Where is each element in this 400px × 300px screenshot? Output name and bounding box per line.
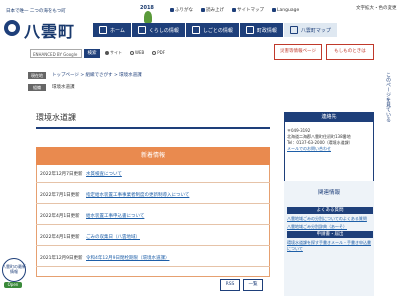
globe-icon: [272, 8, 276, 12]
radio-web[interactable]: WEB: [130, 50, 144, 56]
nav-living[interactable]: くらしの情報: [130, 23, 185, 37]
breadcrumb-label: 現在地: [28, 72, 46, 79]
search-scope: サイト WEB PDF: [105, 50, 165, 56]
news-row: 2022年7月1日更新 指定給水装置工事事業者制度の更新制導入について: [36, 186, 270, 204]
radio-pdf[interactable]: PDF: [152, 50, 165, 56]
utility-nav: ふりがな 読み上げ サイトマップ Language: [170, 6, 350, 14]
emergency-info-button[interactable]: 災害等情報ページ: [274, 44, 322, 60]
nav-government[interactable]: 町政情報: [238, 23, 283, 37]
radio-selected-icon: [105, 51, 109, 55]
util-language[interactable]: Language: [272, 6, 299, 14]
news-link[interactable]: ごみの収集日（八雲地域）: [86, 234, 140, 240]
kana-icon: [170, 8, 174, 12]
contact-header: 連絡先: [284, 112, 374, 122]
news-row: 2022年4月1日更新 ごみの収集日（八雲地域）: [36, 228, 270, 246]
related-list: よくある質問 八雲地域ごみの分別についてのよくある質問 八雲地域ごみ分別辞典（あ…: [287, 205, 373, 253]
news-link[interactable]: 指定給水装置工事事業者制度の更新制導入について: [86, 192, 189, 198]
util-speech[interactable]: 読み上げ: [201, 6, 224, 14]
news-date: 2022年4月1日更新: [40, 214, 80, 219]
widget-label: 八雲町の最新情報: [2, 264, 26, 274]
house-icon: [137, 26, 146, 34]
news-date: 2022年12月7日更新: [40, 172, 83, 177]
tree-icon: [144, 11, 152, 23]
site-logo[interactable]: 八雲町: [24, 18, 75, 42]
site-tagline: 日本で唯一 二つの海をもつ町: [6, 9, 66, 14]
news-date: 2022年4月1日更新: [40, 235, 80, 240]
building-icon: [245, 26, 254, 34]
util-kana[interactable]: ふりがな: [170, 6, 193, 14]
related-link[interactable]: 八雲地域ごみの分別についてのよくある質問: [287, 216, 373, 222]
search-input[interactable]: ENHANCED BY Google: [30, 49, 82, 58]
contact-details: 〒049-3192 北海道二海郡八雲町住初町138番地 Tel：0137-63-…: [287, 128, 373, 152]
contact-email-link[interactable]: メールでのお問い合わせ: [287, 146, 373, 152]
related-category: よくある質問: [287, 207, 373, 214]
main-nav: ホーム くらしの情報 しごとの情報 町政情報 八雲町マップ: [92, 23, 400, 37]
search-button[interactable]: 検索: [84, 49, 100, 58]
home-icon: [99, 26, 107, 34]
related-link[interactable]: 八雲地域ごみ分別辞典（あ～そ）: [287, 224, 373, 230]
radio-site[interactable]: サイト: [105, 50, 122, 56]
news-date: 2022年7月1日更新: [40, 193, 80, 198]
news-row: 2022年4月1日更新 給水装置工事申込書について: [36, 207, 270, 225]
radio-icon: [152, 51, 157, 55]
related-link[interactable]: 環境水道課を探す手書きメール・手書き申込書について: [287, 240, 373, 251]
util-sitemap[interactable]: サイトマップ: [232, 6, 264, 14]
rss-button[interactable]: RSS: [220, 279, 240, 291]
news-link[interactable]: 給水装置工事申込書について: [86, 213, 144, 219]
news-row: 2022年12月7日更新 水質検査について: [36, 165, 270, 183]
widget-open-button[interactable]: Open: [4, 282, 22, 288]
news-link[interactable]: 令和4年12月9日閉栓期限（環境水道課）: [86, 255, 169, 261]
page-viewers-label: このページを見ている: [385, 72, 391, 122]
department-label: 組織: [28, 84, 46, 91]
briefcase-icon: [191, 26, 200, 34]
news-list-button[interactable]: 一覧: [243, 279, 263, 291]
department-name: 環境水道課: [52, 85, 75, 90]
news-header: 新着情報: [36, 147, 270, 165]
speaker-icon: [201, 8, 205, 12]
nav-work[interactable]: しごとの情報: [184, 23, 239, 37]
related-header: 関連情報: [317, 190, 340, 196]
news-row: 2021年12月9日更新 令和4年12月9日閉栓期限（環境水道課）: [36, 249, 270, 267]
page-title: 環境水道課: [36, 112, 270, 129]
emergency-guide-button[interactable]: もしものときは: [326, 44, 374, 60]
nav-map[interactable]: 八雲町マップ: [282, 23, 337, 37]
radio-icon: [130, 51, 134, 55]
town-emblem-icon: [4, 20, 20, 36]
news-date: 2021年12月9日更新: [40, 256, 83, 261]
map-icon: [289, 26, 298, 34]
nav-home[interactable]: ホーム: [92, 23, 131, 37]
breadcrumb[interactable]: トップページ > 組織でさがす > 環境水道課: [52, 72, 142, 79]
font-size-link[interactable]: 文字拡大・色の変更: [356, 5, 397, 11]
news-link[interactable]: 水質検査について: [86, 171, 122, 177]
related-category: 申請書・届出: [287, 231, 373, 238]
sitemap-icon: [232, 8, 236, 12]
